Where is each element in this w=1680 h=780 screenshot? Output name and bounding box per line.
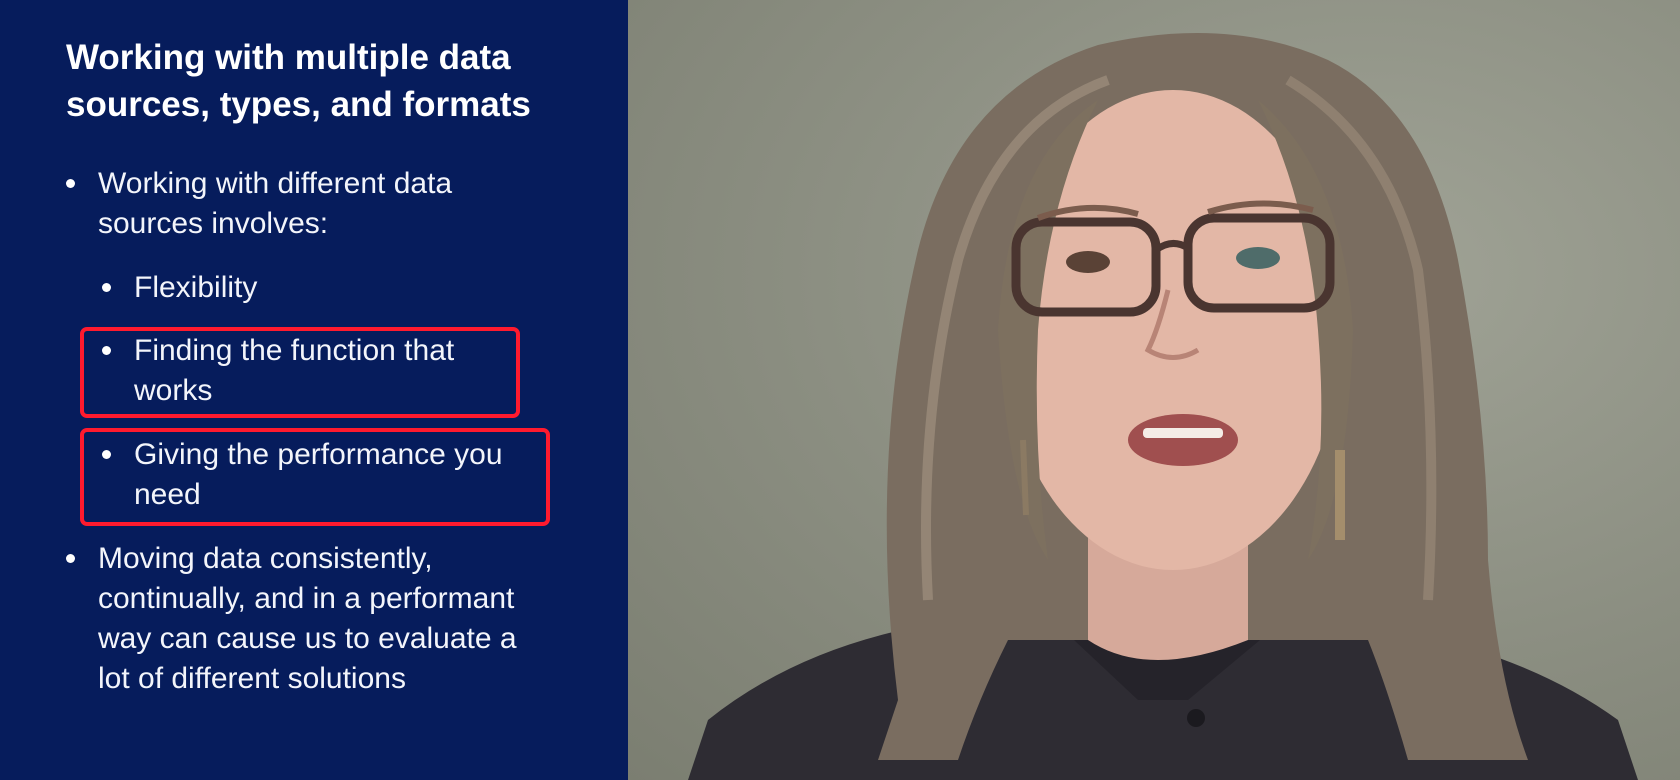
presenter-video-icon [688,33,1638,780]
presenter-mouth [1128,414,1238,466]
bullet-working-with-sources: Working with different data sources invo… [66,164,586,244]
sub-bullet-performance: Giving the performance you need [100,435,560,515]
shirt-button [1187,709,1205,727]
bullet-line: sources involves: [98,207,329,240]
bullet-line: works [134,374,213,407]
bullet-moving-data: Moving data consistently, continually, a… [66,539,586,699]
sub-bullet-flexibility: Flexibility [100,268,560,308]
bullet-line: lot of different solutions [98,662,406,695]
bullet-dot-icon [102,346,111,355]
bullet-line: continually, and in a performant [98,582,515,615]
bullet-text: Moving data consistently, continually, a… [66,539,586,699]
bullet-line: Working with different data [98,167,453,200]
slide-panel: Working with multiple data sources, type… [0,0,628,780]
bullet-dot-icon [102,283,111,292]
slide-title: Working with multiple data sources, type… [66,34,586,128]
earring-left [1020,439,1029,516]
bullet-dot-icon [66,179,75,188]
bullet-text: Working with different data sources invo… [66,164,586,244]
bullet-line: need [134,478,201,511]
sub-bullet-finding-function: Finding the function that works [100,331,560,411]
bullet-line: Moving data consistently, [98,542,433,575]
slide-title-line-2: sources, types, and formats [66,85,531,124]
bullet-dot-icon [102,450,111,459]
slide-title-line-1: Working with multiple data [66,38,511,77]
presenter-video [628,0,1680,780]
bullet-text: Flexibility [134,271,258,304]
bullet-line: Giving the performance you [134,438,503,471]
bullet-line: way can cause us to evaluate a [98,622,517,655]
bullet-line: Finding the function that [134,334,455,367]
bullet-text: Giving the performance you need [100,435,560,515]
bullet-dot-icon [66,554,75,563]
bullet-text: Finding the function that works [100,331,560,411]
